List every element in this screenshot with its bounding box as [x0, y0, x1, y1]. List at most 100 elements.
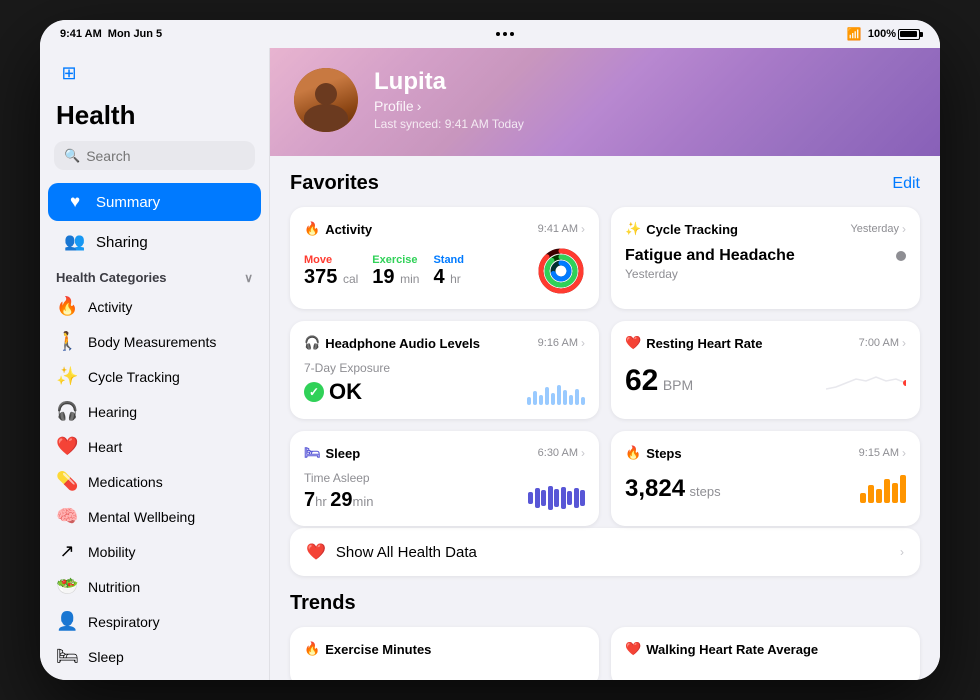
ipad-frame: 9:41 AM Mon Jun 5 📶 100% [40, 20, 940, 680]
activity-card-time: 9:41 AM › [538, 222, 585, 236]
sidebar-toggle-button[interactable]: ⊞ [56, 60, 82, 86]
avatar [294, 68, 358, 132]
audio-card-header: 🎧 Headphone Audio Levels 9:16 AM › [304, 335, 585, 351]
exercise-label: Exercise [372, 254, 419, 266]
cycle-event-name: Fatigue and Headache [625, 247, 795, 265]
trend-heart-rate-title: ❤️ Walking Heart Rate Average [625, 641, 906, 657]
cycle-event-date: Yesterday [625, 267, 795, 281]
trend-exercise-label: Exercise Minutes [325, 642, 431, 657]
category-sleep[interactable]: 🛏 Sleep [40, 639, 269, 674]
audio-bar-5 [551, 393, 555, 405]
cycle-event: Fatigue and Headache Yesterday [625, 247, 906, 281]
category-respiratory[interactable]: 👤 Respiratory [40, 604, 269, 639]
sleep-icon: 🛏 [56, 646, 78, 667]
app-body: ⊞ Health 🔍 🎤 ♥ Summary 👥 Sharing [40, 48, 940, 680]
category-hearing[interactable]: 🎧 Hearing [40, 394, 269, 429]
headphone-icon: 🎧 [304, 335, 320, 351]
search-box[interactable]: 🔍 🎤 [54, 141, 255, 170]
heart-rate-chevron-icon: › [902, 336, 906, 350]
summary-icon: ♥ [64, 192, 86, 212]
profile-link[interactable]: Profile › [374, 98, 524, 114]
ok-badge: ✓ OK [304, 379, 390, 405]
cycle-tracking-card[interactable]: ✨ Cycle Tracking Yesterday › F [611, 207, 920, 309]
body-icon: 🚶 [56, 331, 78, 352]
search-input[interactable] [86, 148, 267, 164]
category-mobility[interactable]: ↗ Mobility [40, 534, 269, 569]
nutrition-icon: 🥗 [56, 576, 78, 597]
activity-flame-icon: 🔥 [304, 221, 320, 237]
category-cycle-tracking[interactable]: ✨ Cycle Tracking [40, 359, 269, 394]
category-mental-label: Mental Wellbeing [88, 509, 195, 525]
category-heart[interactable]: ❤️ Heart [40, 429, 269, 464]
dot-2 [503, 32, 507, 36]
cycle-card-header: ✨ Cycle Tracking Yesterday › [625, 221, 906, 237]
category-body-label: Body Measurements [88, 334, 216, 350]
category-mental-wellbeing[interactable]: 🧠 Mental Wellbeing [40, 499, 269, 534]
steps-title-text: Steps [646, 446, 681, 461]
heart-rate-card-title: ❤️ Resting Heart Rate [625, 335, 763, 351]
category-medications-label: Medications [88, 474, 163, 490]
status-bar-right: 📶 100% [847, 27, 920, 41]
cycle-card-time: Yesterday › [850, 222, 906, 236]
trend-exercise-icon: 🔥 [304, 641, 320, 657]
sleep-bar-2 [535, 488, 540, 508]
heart-rate-title-text: Resting Heart Rate [646, 336, 762, 351]
activity-metric-group: Move 375 cal Exercise [304, 254, 464, 288]
steps-bar-3 [876, 489, 882, 503]
steps-value: 3,824 [625, 475, 685, 502]
profile-link-text: Profile [374, 98, 414, 114]
steps-card[interactable]: 🔥 Steps 9:15 AM › 3,824 [611, 431, 920, 526]
headphone-audio-card[interactable]: 🎧 Headphone Audio Levels 9:16 AM › [290, 321, 599, 419]
sidebar-item-sharing[interactable]: 👥 Sharing [48, 223, 261, 261]
sleep-content: Time Asleep 7hr 29min [304, 471, 585, 512]
time-asleep-label: Time Asleep [304, 471, 374, 485]
health-categories-title: Health Categories [56, 270, 167, 285]
heart-rate-unit: BPM [663, 377, 693, 393]
heart-rate-card[interactable]: ❤️ Resting Heart Rate 7:00 AM › [611, 321, 920, 419]
sleep-value-container: Time Asleep 7hr 29min [304, 471, 374, 512]
category-body-measurements[interactable]: 🚶 Body Measurements [40, 324, 269, 359]
audio-bar-4 [545, 387, 549, 405]
trend-exercise-minutes[interactable]: 🔥 Exercise Minutes [290, 627, 599, 680]
dot-3 [510, 32, 514, 36]
activity-title-text: Activity [325, 222, 372, 237]
heart-icon: ❤️ [56, 436, 78, 457]
sharing-icon: 👥 [64, 232, 86, 252]
steps-time-text: 9:15 AM [859, 447, 899, 459]
sidebar-item-summary[interactable]: ♥ Summary [48, 183, 261, 221]
trends-grid: 🔥 Exercise Minutes ❤️ Walking Heart Rate… [290, 627, 920, 680]
sleep-card-header: 🛏 Sleep 6:30 AM › [304, 445, 585, 461]
show-all-health-data-button[interactable]: ❤️ Show All Health Data › [290, 528, 920, 576]
edit-button[interactable]: Edit [892, 175, 920, 193]
battery-bar [898, 29, 920, 40]
category-medications[interactable]: 💊 Medications [40, 464, 269, 499]
steps-bar-5 [892, 483, 898, 503]
steps-flame-icon: 🔥 [625, 445, 641, 461]
stand-metric: Stand 4 hr [433, 254, 464, 288]
trend-walking-heart-rate[interactable]: ❤️ Walking Heart Rate Average [611, 627, 920, 680]
category-symptoms[interactable]: 📋 Symptoms [40, 674, 269, 680]
sidebar: ⊞ Health 🔍 🎤 ♥ Summary 👥 Sharing [40, 48, 270, 680]
show-all-chevron-icon: › [900, 545, 904, 559]
hearing-icon: 🎧 [56, 401, 78, 422]
sleep-card[interactable]: 🛏 Sleep 6:30 AM › Time Asleep [290, 431, 599, 526]
stand-value: 4 hr [433, 266, 464, 288]
sleep-value: 7hr 29min [304, 489, 374, 512]
heart-rate-chart-svg [826, 361, 906, 393]
sleep-title-text: Sleep [326, 446, 361, 461]
activity-card-header: 🔥 Activity 9:41 AM › [304, 221, 585, 237]
sleep-bar-7 [567, 491, 572, 505]
battery: 100% [868, 28, 920, 40]
profile-chevron-icon: › [417, 98, 422, 114]
sleep-bar-9 [580, 490, 585, 506]
sleep-bar-3 [541, 490, 546, 506]
activity-card[interactable]: 🔥 Activity 9:41 AM › [290, 207, 599, 309]
favorites-grid: 🔥 Activity 9:41 AM › [290, 207, 920, 526]
battery-percent: 100% [868, 28, 896, 40]
activity-chevron-icon: › [581, 222, 585, 236]
ipad-screen: 9:41 AM Mon Jun 5 📶 100% [40, 20, 940, 680]
category-activity[interactable]: 🔥 Activity [40, 289, 269, 324]
main-content: Lupita Profile › Last synced: 9:41 AM To… [270, 48, 940, 680]
search-icon: 🔍 [64, 148, 80, 164]
category-nutrition[interactable]: 🥗 Nutrition [40, 569, 269, 604]
